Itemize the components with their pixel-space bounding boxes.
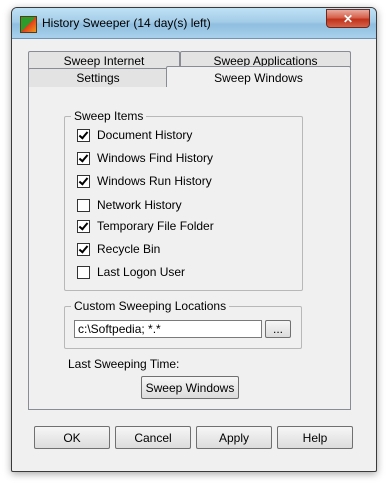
- browse-button[interactable]: ...: [265, 320, 291, 338]
- checkbox-recycle-bin[interactable]: Recycle Bin: [77, 241, 160, 257]
- checkbox-label: Recycle Bin: [97, 242, 161, 256]
- checkbox-box[interactable]: [77, 151, 90, 165]
- app-icon: [20, 16, 37, 33]
- checkbox-box[interactable]: [77, 174, 90, 188]
- cancel-button[interactable]: Cancel: [115, 426, 191, 449]
- custom-locations-legend: Custom Sweeping Locations: [71, 299, 230, 313]
- window-title: History Sweeper (14 day(s) left): [42, 16, 211, 30]
- checkbox-label: Windows Run History: [97, 174, 212, 188]
- checkbox-windows-find-history[interactable]: Windows Find History: [77, 150, 213, 166]
- help-button[interactable]: Help: [277, 426, 353, 449]
- tab-sweep-windows[interactable]: Sweep Windows: [166, 66, 351, 89]
- sweep-items-legend: Sweep Items: [71, 109, 147, 123]
- checkbox-box[interactable]: [77, 219, 90, 233]
- checkbox-network-history[interactable]: Network History: [77, 197, 182, 213]
- checkbox-box[interactable]: [77, 198, 90, 212]
- apply-button[interactable]: Apply: [196, 426, 272, 449]
- last-sweeping-time-label: Last Sweeping Time:: [68, 357, 180, 371]
- checkbox-label: Last Logon User: [97, 265, 186, 279]
- tab-settings[interactable]: Settings: [28, 68, 168, 87]
- checkbox-document-history[interactable]: Document History: [77, 127, 192, 143]
- checkbox-label: Document History: [97, 128, 193, 142]
- checkbox-temporary-file-folder[interactable]: Temporary File Folder: [77, 218, 214, 234]
- checkbox-box[interactable]: [77, 265, 90, 279]
- close-button[interactable]: ✕: [326, 9, 370, 28]
- checkbox-label: Network History: [97, 198, 182, 212]
- checkbox-box[interactable]: [77, 242, 90, 256]
- checkbox-last-logon-user[interactable]: Last Logon User: [77, 264, 185, 280]
- custom-location-input[interactable]: [74, 320, 262, 338]
- sweep-windows-button[interactable]: Sweep Windows: [141, 376, 239, 399]
- ok-button[interactable]: OK: [34, 426, 110, 449]
- checkbox-label: Windows Find History: [97, 151, 214, 165]
- checkbox-box[interactable]: [77, 128, 90, 142]
- checkbox-windows-run-history[interactable]: Windows Run History: [77, 173, 212, 189]
- checkbox-label: Temporary File Folder: [97, 219, 214, 233]
- title-bar[interactable]: History Sweeper (14 day(s) left) ✕: [12, 8, 376, 39]
